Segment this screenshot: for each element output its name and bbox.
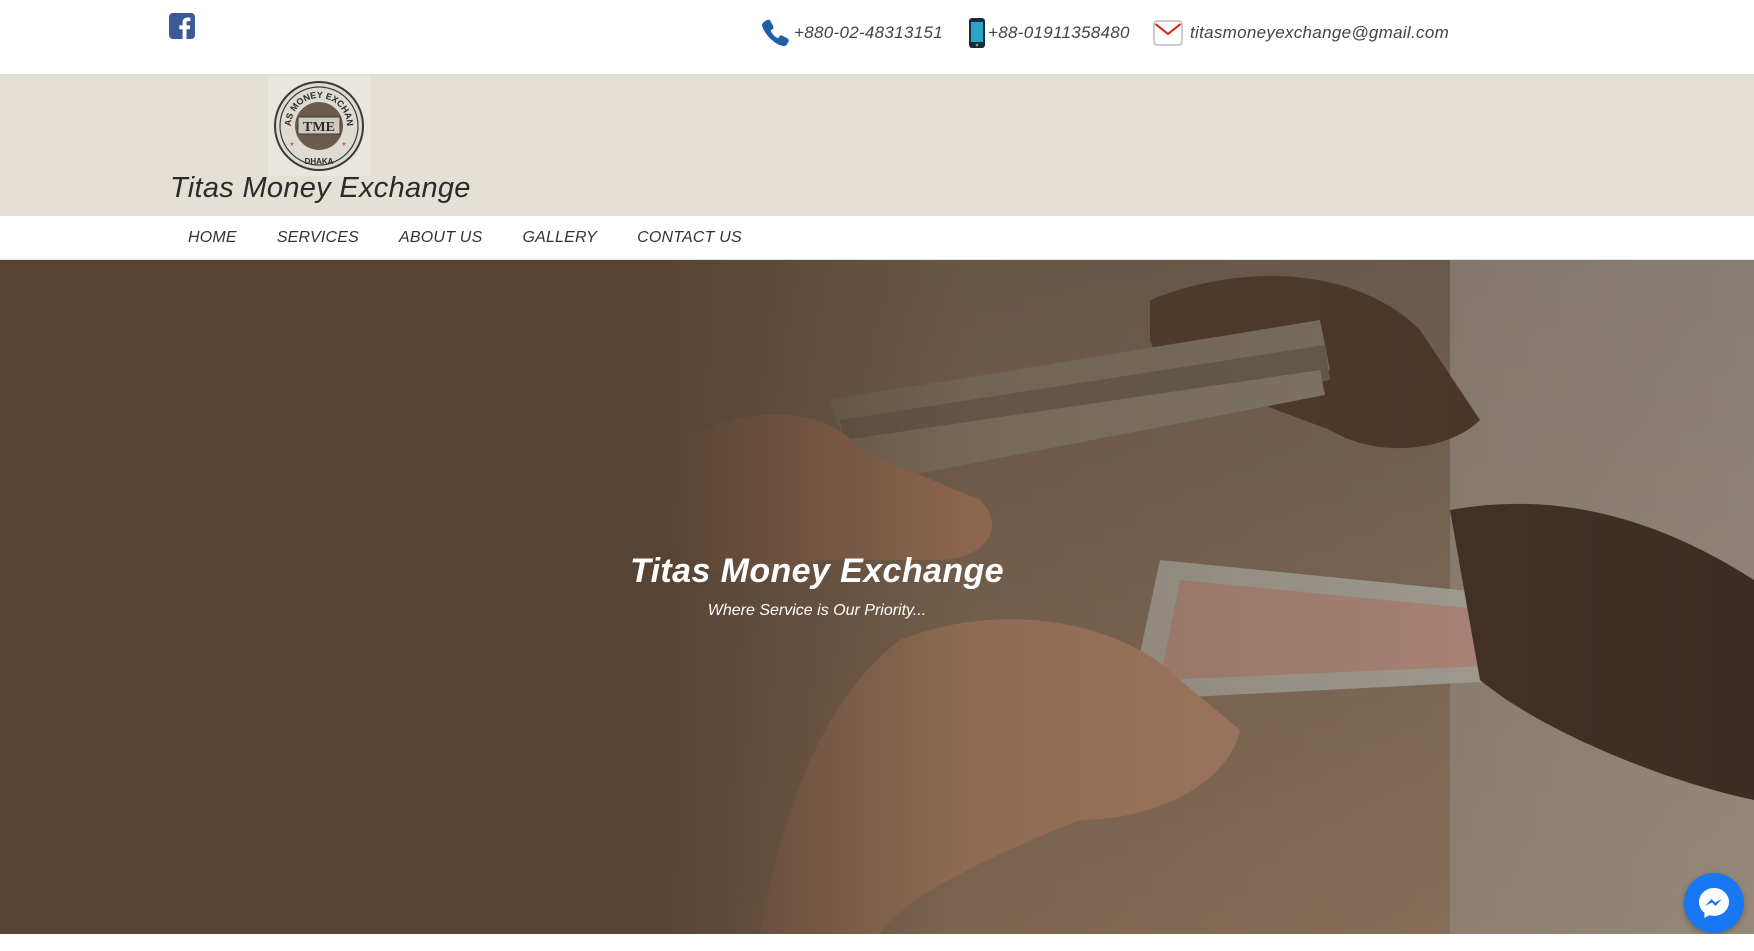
email-address: titasmoneyexchange@gmail.com: [1190, 23, 1450, 42]
mobile-number: +88-01911358480: [988, 23, 1130, 42]
nav-gallery[interactable]: GALLERY: [502, 229, 617, 247]
hero-subtitle: Where Service is Our Priority...: [707, 602, 927, 619]
email-icon: [1153, 20, 1183, 46]
messenger-icon: [1699, 888, 1729, 918]
mobile-icon: [969, 18, 985, 48]
phone-number: +880-02-48313151: [794, 23, 943, 42]
mobile-contact[interactable]: +88-01911358480: [968, 16, 1130, 50]
nav-services[interactable]: SERVICES: [257, 229, 379, 247]
main-nav: HOME SERVICES ABOUT US GALLERY CONTACT U…: [0, 216, 1754, 260]
brand-name[interactable]: Titas Money Exchange: [170, 172, 471, 205]
brand-header: TME TITAS MONEY EXCHANGE DHAKA * * Titas…: [0, 68, 1754, 216]
logo-city-text: DHAKA: [305, 157, 334, 166]
svg-text:*: *: [290, 141, 294, 152]
facebook-icon[interactable]: [169, 13, 195, 39]
nav-home[interactable]: HOME: [168, 229, 257, 247]
phone-contact[interactable]: +880-02-48313151: [760, 16, 943, 50]
brand-logo[interactable]: TME TITAS MONEY EXCHANGE DHAKA * *: [264, 68, 370, 176]
nav-about-us[interactable]: ABOUT US: [379, 229, 502, 247]
phone-icon: [762, 19, 789, 47]
nav-contact-us[interactable]: CONTACT US: [617, 229, 762, 247]
messenger-chat-button[interactable]: [1684, 873, 1744, 933]
logo-initials: TME: [303, 120, 335, 135]
hero-title: Titas Money Exchange: [630, 552, 1004, 590]
hero-banner: Titas Money Exchange Where Service is Ou…: [0, 260, 1754, 934]
page-bottom-strip: [0, 934, 1754, 951]
top-bar: +880-02-48313151 +88-01911358480 titasmo…: [0, 0, 1754, 74]
svg-text:*: *: [342, 141, 346, 152]
email-contact[interactable]: titasmoneyexchange@gmail.com: [1152, 16, 1449, 50]
hero-overlay: [0, 260, 1754, 934]
